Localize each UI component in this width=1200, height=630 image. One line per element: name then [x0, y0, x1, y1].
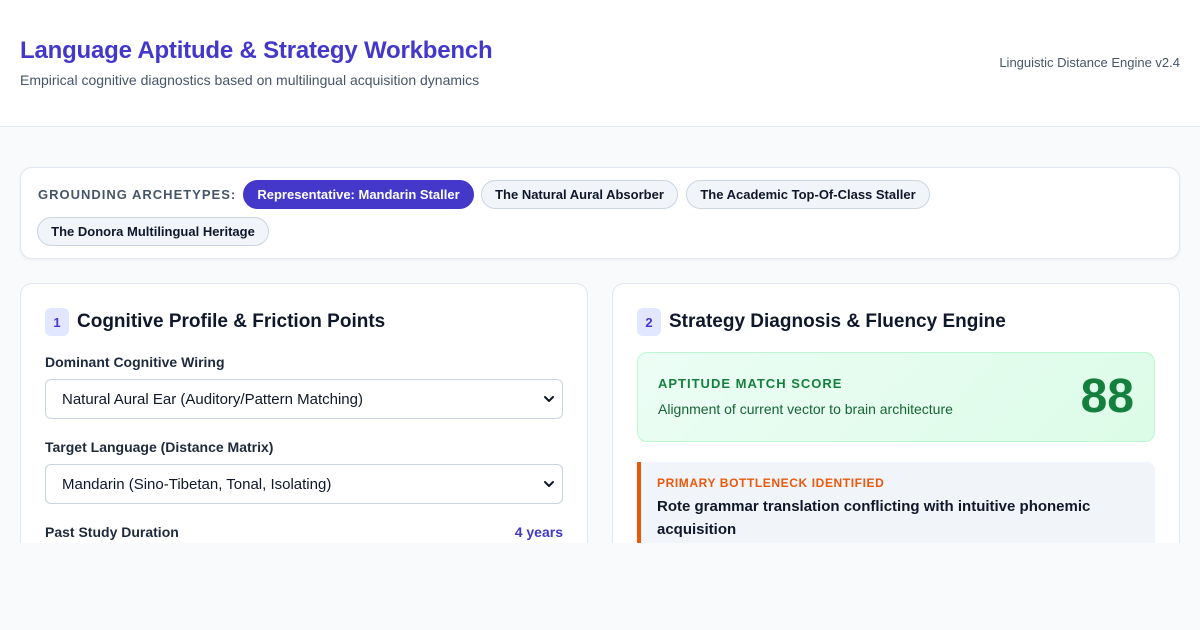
- aptitude-score-panel: APTITUDE MATCH SCORE Alignment of curren…: [637, 352, 1155, 442]
- wiring-select[interactable]: Natural Aural Ear (Auditory/Pattern Matc…: [45, 379, 563, 419]
- chevron-down-icon: [544, 481, 554, 487]
- version-label: Linguistic Distance Engine v2.4: [999, 55, 1180, 70]
- bottleneck-label: PRIMARY BOTTLENECK IDENTIFIED: [657, 476, 885, 490]
- archetype-chip-mandarin-staller[interactable]: Representative: Mandarin Staller: [243, 180, 474, 209]
- bottleneck-text: Rote grammar translation conflicting wit…: [657, 498, 1091, 538]
- target-language-select[interactable]: Mandarin (Sino-Tibetan, Tonal, Isolating…: [45, 464, 563, 504]
- study-duration-value: 4 years: [514, 524, 563, 540]
- archetype-chip-aural-absorber[interactable]: The Natural Aural Absorber: [481, 180, 678, 209]
- wiring-label: Dominant Cognitive Wiring: [45, 354, 225, 370]
- app-header: Language Aptitude & Strategy Workbench E…: [0, 0, 1200, 127]
- card-title: Cognitive Profile & Friction Points: [77, 311, 386, 332]
- cognitive-profile-card: 1 Cognitive Profile & Friction Points Do…: [20, 283, 588, 583]
- page-subtitle: Empirical cognitive diagnostics based on…: [20, 72, 480, 88]
- score-description: Alignment of current vector to brain arc…: [658, 401, 953, 417]
- archetype-chip-donora-heritage[interactable]: The Donora Multilingual Heritage: [37, 217, 269, 246]
- archetypes-panel: GROUNDING ARCHETYPES: Representative: Ma…: [20, 167, 1180, 259]
- step-badge: 2: [637, 308, 661, 336]
- chevron-down-icon: [544, 396, 554, 402]
- score-label: APTITUDE MATCH SCORE: [658, 376, 843, 391]
- study-duration-label: Past Study Duration: [45, 524, 179, 540]
- card-title: Strategy Diagnosis & Fluency Engine: [669, 311, 1006, 332]
- target-language-select-value: Mandarin (Sino-Tibetan, Tonal, Isolating…: [62, 475, 332, 493]
- page-title: Language Aptitude & Strategy Workbench: [20, 37, 493, 64]
- archetypes-label: GROUNDING ARCHETYPES:: [38, 187, 237, 202]
- score-value: 88: [1080, 370, 1134, 423]
- strategy-diagnosis-card: 2 Strategy Diagnosis & Fluency Engine AP…: [612, 283, 1180, 583]
- wiring-select-value: Natural Aural Ear (Auditory/Pattern Matc…: [62, 390, 363, 408]
- archetype-chip-academic-staller[interactable]: The Academic Top-Of-Class Staller: [686, 180, 930, 209]
- target-language-label: Target Language (Distance Matrix): [45, 439, 274, 455]
- step-badge: 1: [45, 308, 69, 336]
- viewport-cutoff: [0, 543, 1200, 630]
